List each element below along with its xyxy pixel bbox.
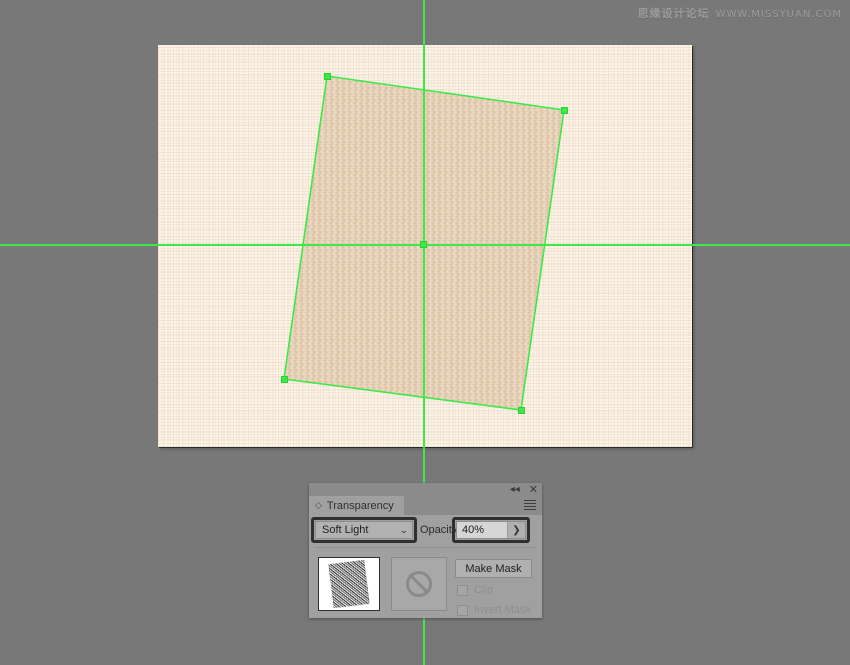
transparency-panel: ◂◂ ✕ ◇ Transparency Soft Light ⌄ Opacity… — [309, 483, 542, 618]
clip-checkbox-row[interactable]: Clip — [457, 584, 493, 596]
opacity-highlight-annotation — [452, 517, 530, 543]
panel-menu-icon[interactable] — [524, 500, 536, 510]
anchor-bottom-right[interactable] — [518, 407, 525, 414]
watermark: 思缘设计论坛 WWW.MISSYUAN.COM — [638, 5, 842, 21]
collapse-icon[interactable]: ◂◂ — [510, 484, 520, 495]
blend-mode-highlight-annotation — [311, 517, 417, 543]
tab-transparency[interactable]: ◇ Transparency — [309, 496, 404, 515]
noise-texture-thumbnail-icon — [328, 559, 370, 609]
artwork-thumbnail[interactable] — [318, 557, 380, 611]
close-icon[interactable]: ✕ — [529, 484, 538, 495]
invert-mask-checkbox-row[interactable]: Invert Mask — [457, 604, 531, 616]
panel-window-controls: ◂◂ ✕ — [510, 483, 538, 496]
clip-label: Clip — [474, 584, 493, 596]
no-entry-icon — [406, 571, 432, 597]
photoshop-illustrator-workspace: 思缘设计论坛 WWW.MISSYUAN.COM ◂◂ ✕ ◇ Transpare… — [0, 0, 850, 665]
invert-mask-checkbox[interactable] — [457, 604, 468, 616]
anchor-bottom-left[interactable] — [281, 376, 288, 383]
panel-divider — [315, 547, 536, 548]
tab-transparency-label: Transparency — [326, 499, 394, 512]
anchor-center[interactable] — [420, 241, 427, 248]
make-mask-button[interactable]: Make Mask — [455, 559, 532, 578]
tab-grip-icon: ◇ — [315, 500, 322, 510]
panel-tab-row: ◇ Transparency — [309, 496, 542, 515]
panel-body: Soft Light ⌄ Opacity: 40% ❯ Make Mask Cl… — [309, 515, 542, 618]
panel-titlebar[interactable]: ◂◂ ✕ — [309, 483, 542, 496]
anchor-top-left[interactable] — [324, 73, 331, 80]
mask-thumbnail[interactable] — [391, 557, 447, 611]
clip-checkbox[interactable] — [457, 584, 468, 596]
invert-mask-label: Invert Mask — [474, 604, 531, 616]
watermark-cn-text: 思缘设计论坛 — [637, 7, 710, 20]
watermark-url-text: WWW.MISSYUAN.COM — [715, 9, 842, 20]
anchor-top-right[interactable] — [561, 107, 568, 114]
blend-opacity-row: Soft Light ⌄ Opacity: 40% ❯ — [309, 515, 542, 545]
